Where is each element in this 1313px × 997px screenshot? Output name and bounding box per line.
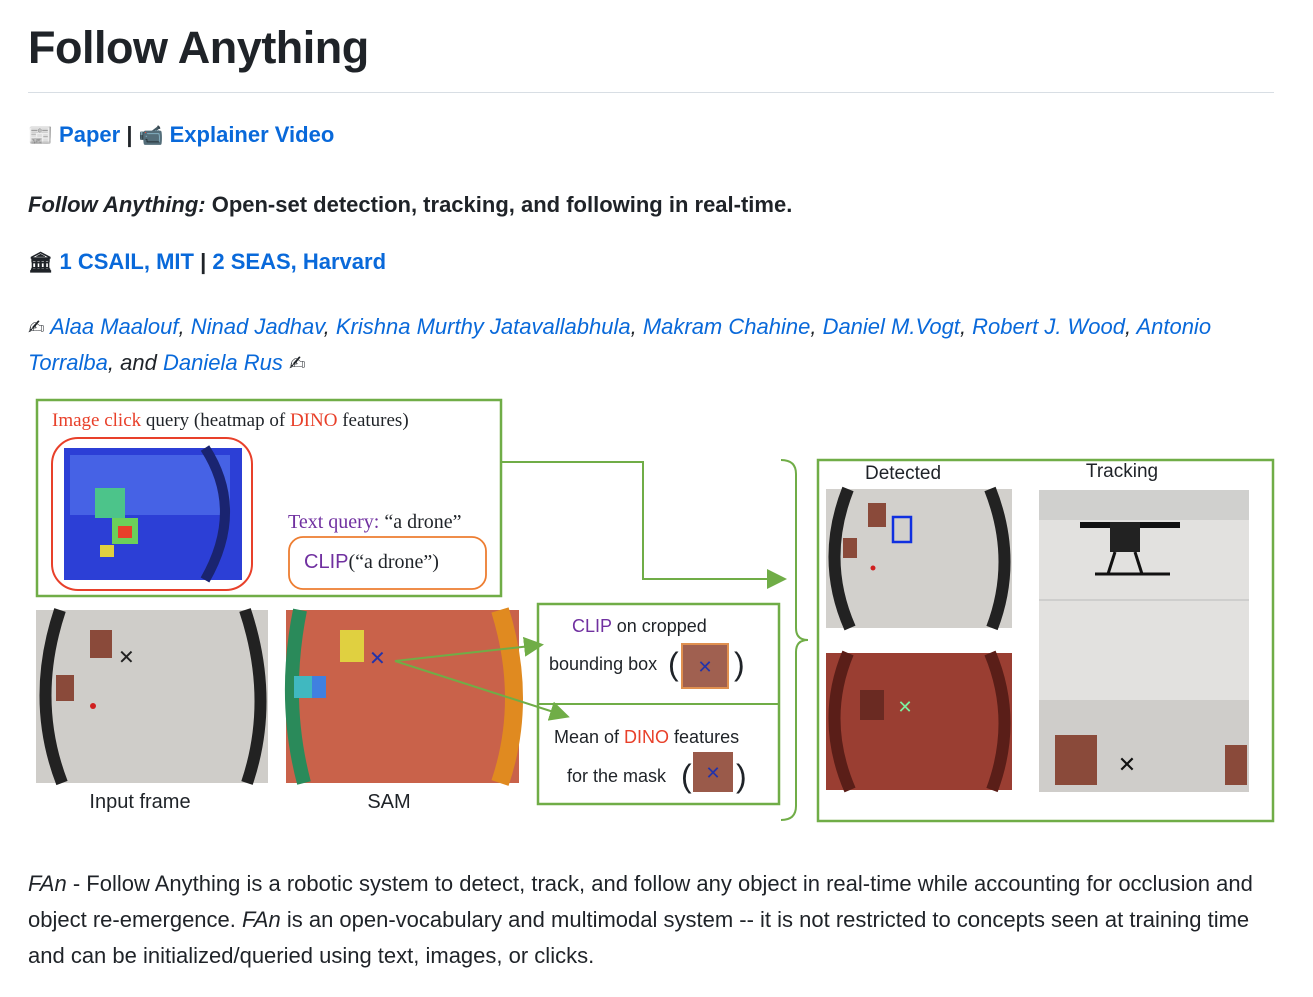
svg-text:✕: ✕ <box>897 697 912 717</box>
input-frame-image: ✕ <box>36 608 268 786</box>
fan-emphasis: FAn <box>242 907 281 932</box>
mean-dino-label: Mean of DINO features <box>554 727 739 747</box>
query-arrow <box>501 461 787 589</box>
open-paren: ( <box>681 758 692 794</box>
sam-segmentation-image: ✕ <box>284 607 523 786</box>
svg-text:✕: ✕ <box>369 648 386 670</box>
close-paren: ) <box>734 646 745 682</box>
dino-heatmap-image <box>64 445 242 583</box>
bbox-label: bounding box <box>549 654 657 674</box>
detected-frame-image <box>826 486 1012 631</box>
open-paren: ( <box>668 646 679 682</box>
for-mask-label: for the mask <box>567 766 667 786</box>
fan-emphasis: FAn <box>28 871 67 896</box>
close-paren: ) <box>736 758 747 794</box>
tracking-image: ✕ <box>1039 490 1249 792</box>
detected-caption: Detected <box>865 463 941 484</box>
pipeline-figure: Image click query (heatmap of DINO featu… <box>35 398 1275 823</box>
drone-icon: ✕ <box>705 763 720 783</box>
clip-crop-label: CLIP on cropped <box>572 616 707 636</box>
detected-mask-image: ✕ <box>826 650 1012 793</box>
curly-brace <box>780 459 809 821</box>
input-frame-caption: Input frame <box>89 791 190 813</box>
svg-text:✕: ✕ <box>118 647 135 669</box>
svg-text:✕: ✕ <box>1118 752 1136 777</box>
text-query-label: Text query: “a drone” <box>288 511 462 533</box>
image-click-label: Image click query (heatmap of DINO featu… <box>52 410 409 431</box>
tracking-caption: Tracking <box>1086 461 1158 482</box>
drone-icon: ✕ <box>697 657 712 677</box>
description: FAn - Follow Anything is a robotic syste… <box>28 866 1278 974</box>
sam-caption: SAM <box>367 791 410 813</box>
clip-text-query: CLIP(“a drone”) <box>304 551 439 573</box>
